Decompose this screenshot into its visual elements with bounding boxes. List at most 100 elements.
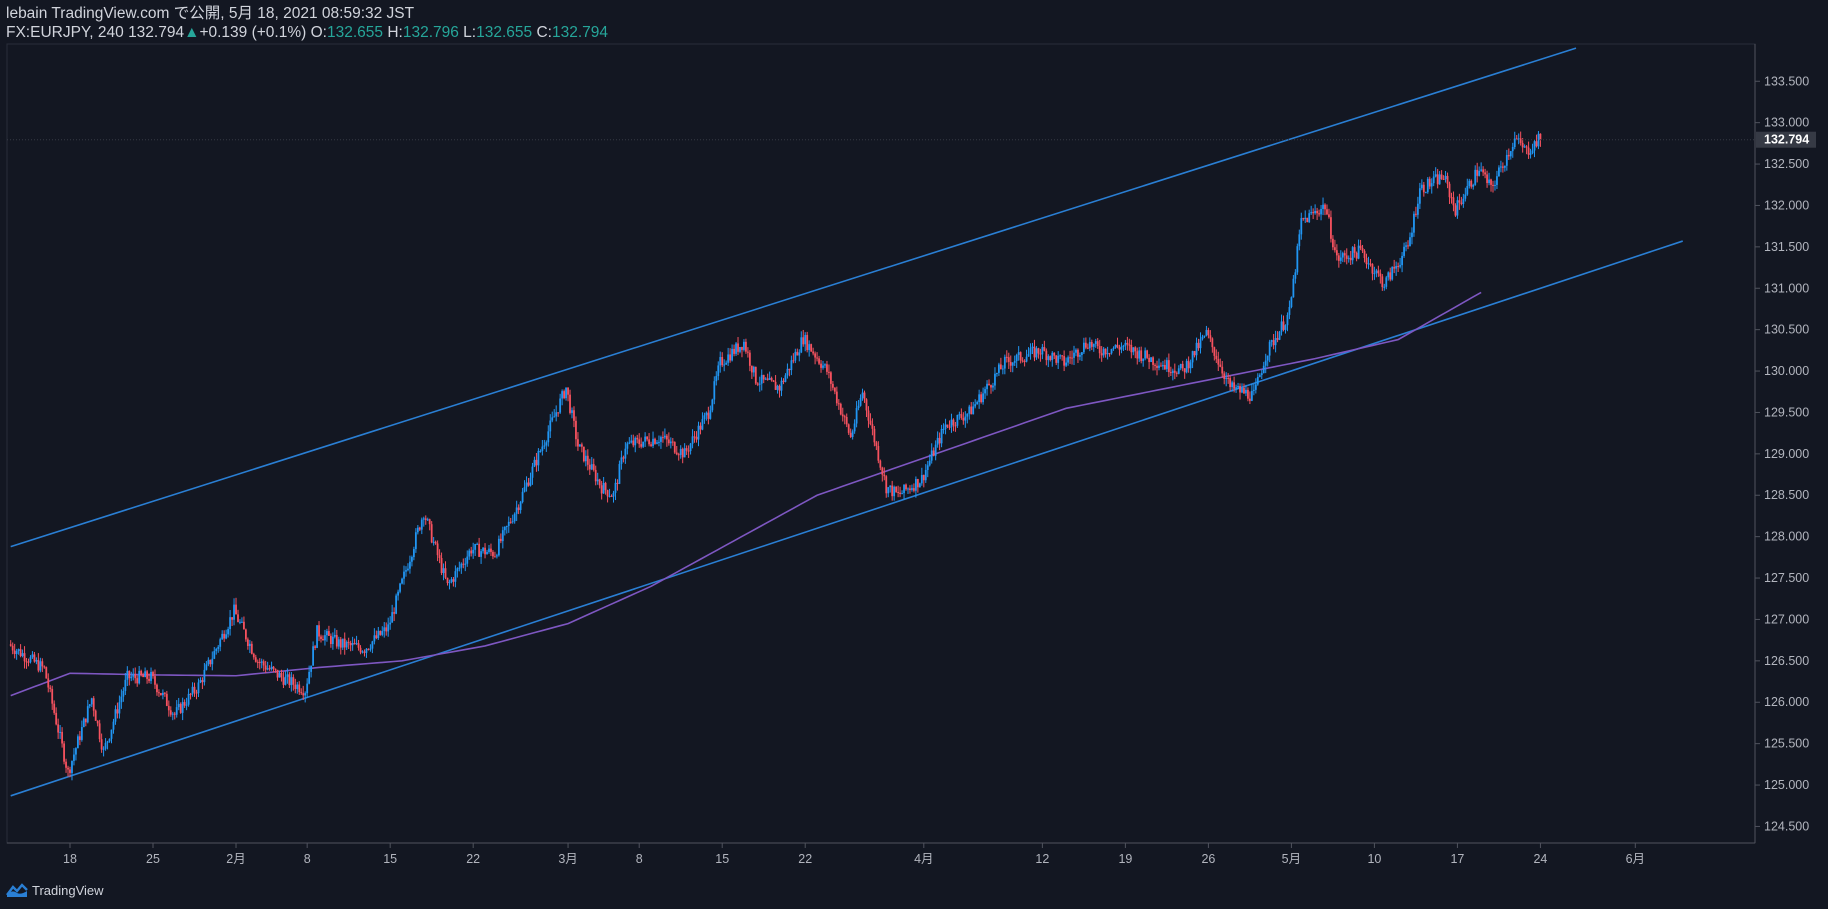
y-tick-label: 132.500 (1764, 157, 1809, 171)
candle-body (296, 684, 299, 690)
candle-body (553, 416, 556, 418)
y-tick-label: 127.000 (1764, 612, 1809, 626)
candle-body (1503, 165, 1506, 168)
candle-body (490, 548, 492, 552)
candle-body (701, 419, 704, 430)
candle-body (1411, 232, 1413, 238)
candle-body (741, 347, 743, 350)
candle-body (918, 483, 921, 488)
y-tick-label: 128.500 (1764, 488, 1809, 502)
candle-body (1179, 363, 1182, 369)
candle-body (286, 674, 289, 677)
candle-body (1298, 234, 1301, 247)
candle-body (816, 357, 818, 359)
candle-body (1365, 257, 1368, 265)
candle-body (681, 448, 684, 458)
candle-body (950, 419, 953, 428)
candle-body (1270, 340, 1273, 342)
candle-body (875, 442, 878, 446)
candle-body (1262, 365, 1265, 374)
candle-body (687, 450, 690, 452)
candle-body (1092, 343, 1095, 347)
candle-body (41, 661, 44, 667)
candle-body (254, 657, 257, 662)
candle-body (1377, 270, 1380, 274)
candle-body (466, 556, 469, 564)
candle-body (248, 643, 251, 647)
x-tick-label: 8 (636, 852, 643, 866)
candle-body (748, 352, 751, 366)
candle-body (598, 479, 601, 486)
candle-body (1249, 398, 1251, 401)
candle-body (213, 651, 216, 659)
candle-body (501, 530, 504, 542)
candle-body (691, 436, 694, 444)
candle-body (209, 659, 212, 665)
candle-body (1209, 335, 1212, 339)
candle-body (175, 707, 178, 715)
candle-body (824, 364, 826, 366)
candle-body (246, 639, 249, 647)
candle-body (1254, 384, 1257, 390)
candle-body (187, 693, 190, 705)
candle-body (1205, 329, 1208, 336)
candle-body (318, 625, 320, 637)
candle-body (260, 661, 263, 663)
candle-body (150, 672, 152, 681)
candle-body (1104, 348, 1107, 355)
candle-body (733, 348, 735, 354)
price-chart[interactable]: 124.500 125.000 125.500 126.000 126.500 127.0… (0, 0, 1828, 909)
candle-body (468, 550, 471, 557)
candle-body (144, 671, 147, 678)
candle-body (914, 479, 917, 491)
candle-body (492, 551, 494, 557)
candle-body (1231, 382, 1234, 388)
candle-body (1233, 382, 1235, 389)
footer-brand[interactable]: TradingView (6, 880, 104, 900)
candle-body (1474, 169, 1477, 185)
candle-body (1035, 348, 1038, 358)
candle-body (67, 767, 69, 770)
candle-body (1043, 347, 1046, 351)
candle-body (474, 544, 477, 550)
candle-body (745, 341, 747, 352)
candle-body (312, 646, 314, 666)
candle-body (385, 627, 388, 632)
candle-body (1088, 342, 1091, 349)
candle-body (152, 672, 154, 677)
candle-body (750, 365, 753, 373)
candle-body (114, 709, 117, 722)
channel-line-upper (10, 47, 1577, 548)
candle-body (990, 385, 992, 388)
candle-body (1165, 360, 1168, 370)
candle-body (1450, 197, 1453, 199)
candle-body (569, 394, 571, 413)
candle-body (373, 635, 376, 642)
candle-body (999, 364, 1002, 370)
candle-body (298, 684, 301, 693)
x-tick-label: 2月 (226, 852, 245, 866)
candle-body (154, 676, 156, 685)
candle-body (849, 432, 852, 437)
candle-body (464, 563, 467, 565)
candle-body (810, 344, 813, 352)
candle-body (1292, 278, 1295, 298)
candle-body (43, 666, 46, 668)
candle-body (1509, 151, 1512, 157)
candle-body (61, 731, 63, 744)
candle-body (1375, 270, 1378, 274)
candle-body (1462, 198, 1465, 204)
candle-body (679, 448, 682, 455)
candle-body (859, 398, 862, 406)
candle-body (642, 441, 645, 447)
candle-body (1345, 255, 1348, 259)
candle-body (1339, 257, 1342, 261)
candle-body (33, 654, 36, 662)
candle-body (1169, 372, 1172, 374)
candle-body (1391, 266, 1394, 280)
candle-body (1158, 365, 1160, 368)
candle-body (412, 549, 415, 558)
y-tick-label: 125.500 (1764, 737, 1809, 751)
candle-body (1031, 346, 1034, 349)
candle-body (411, 557, 413, 562)
